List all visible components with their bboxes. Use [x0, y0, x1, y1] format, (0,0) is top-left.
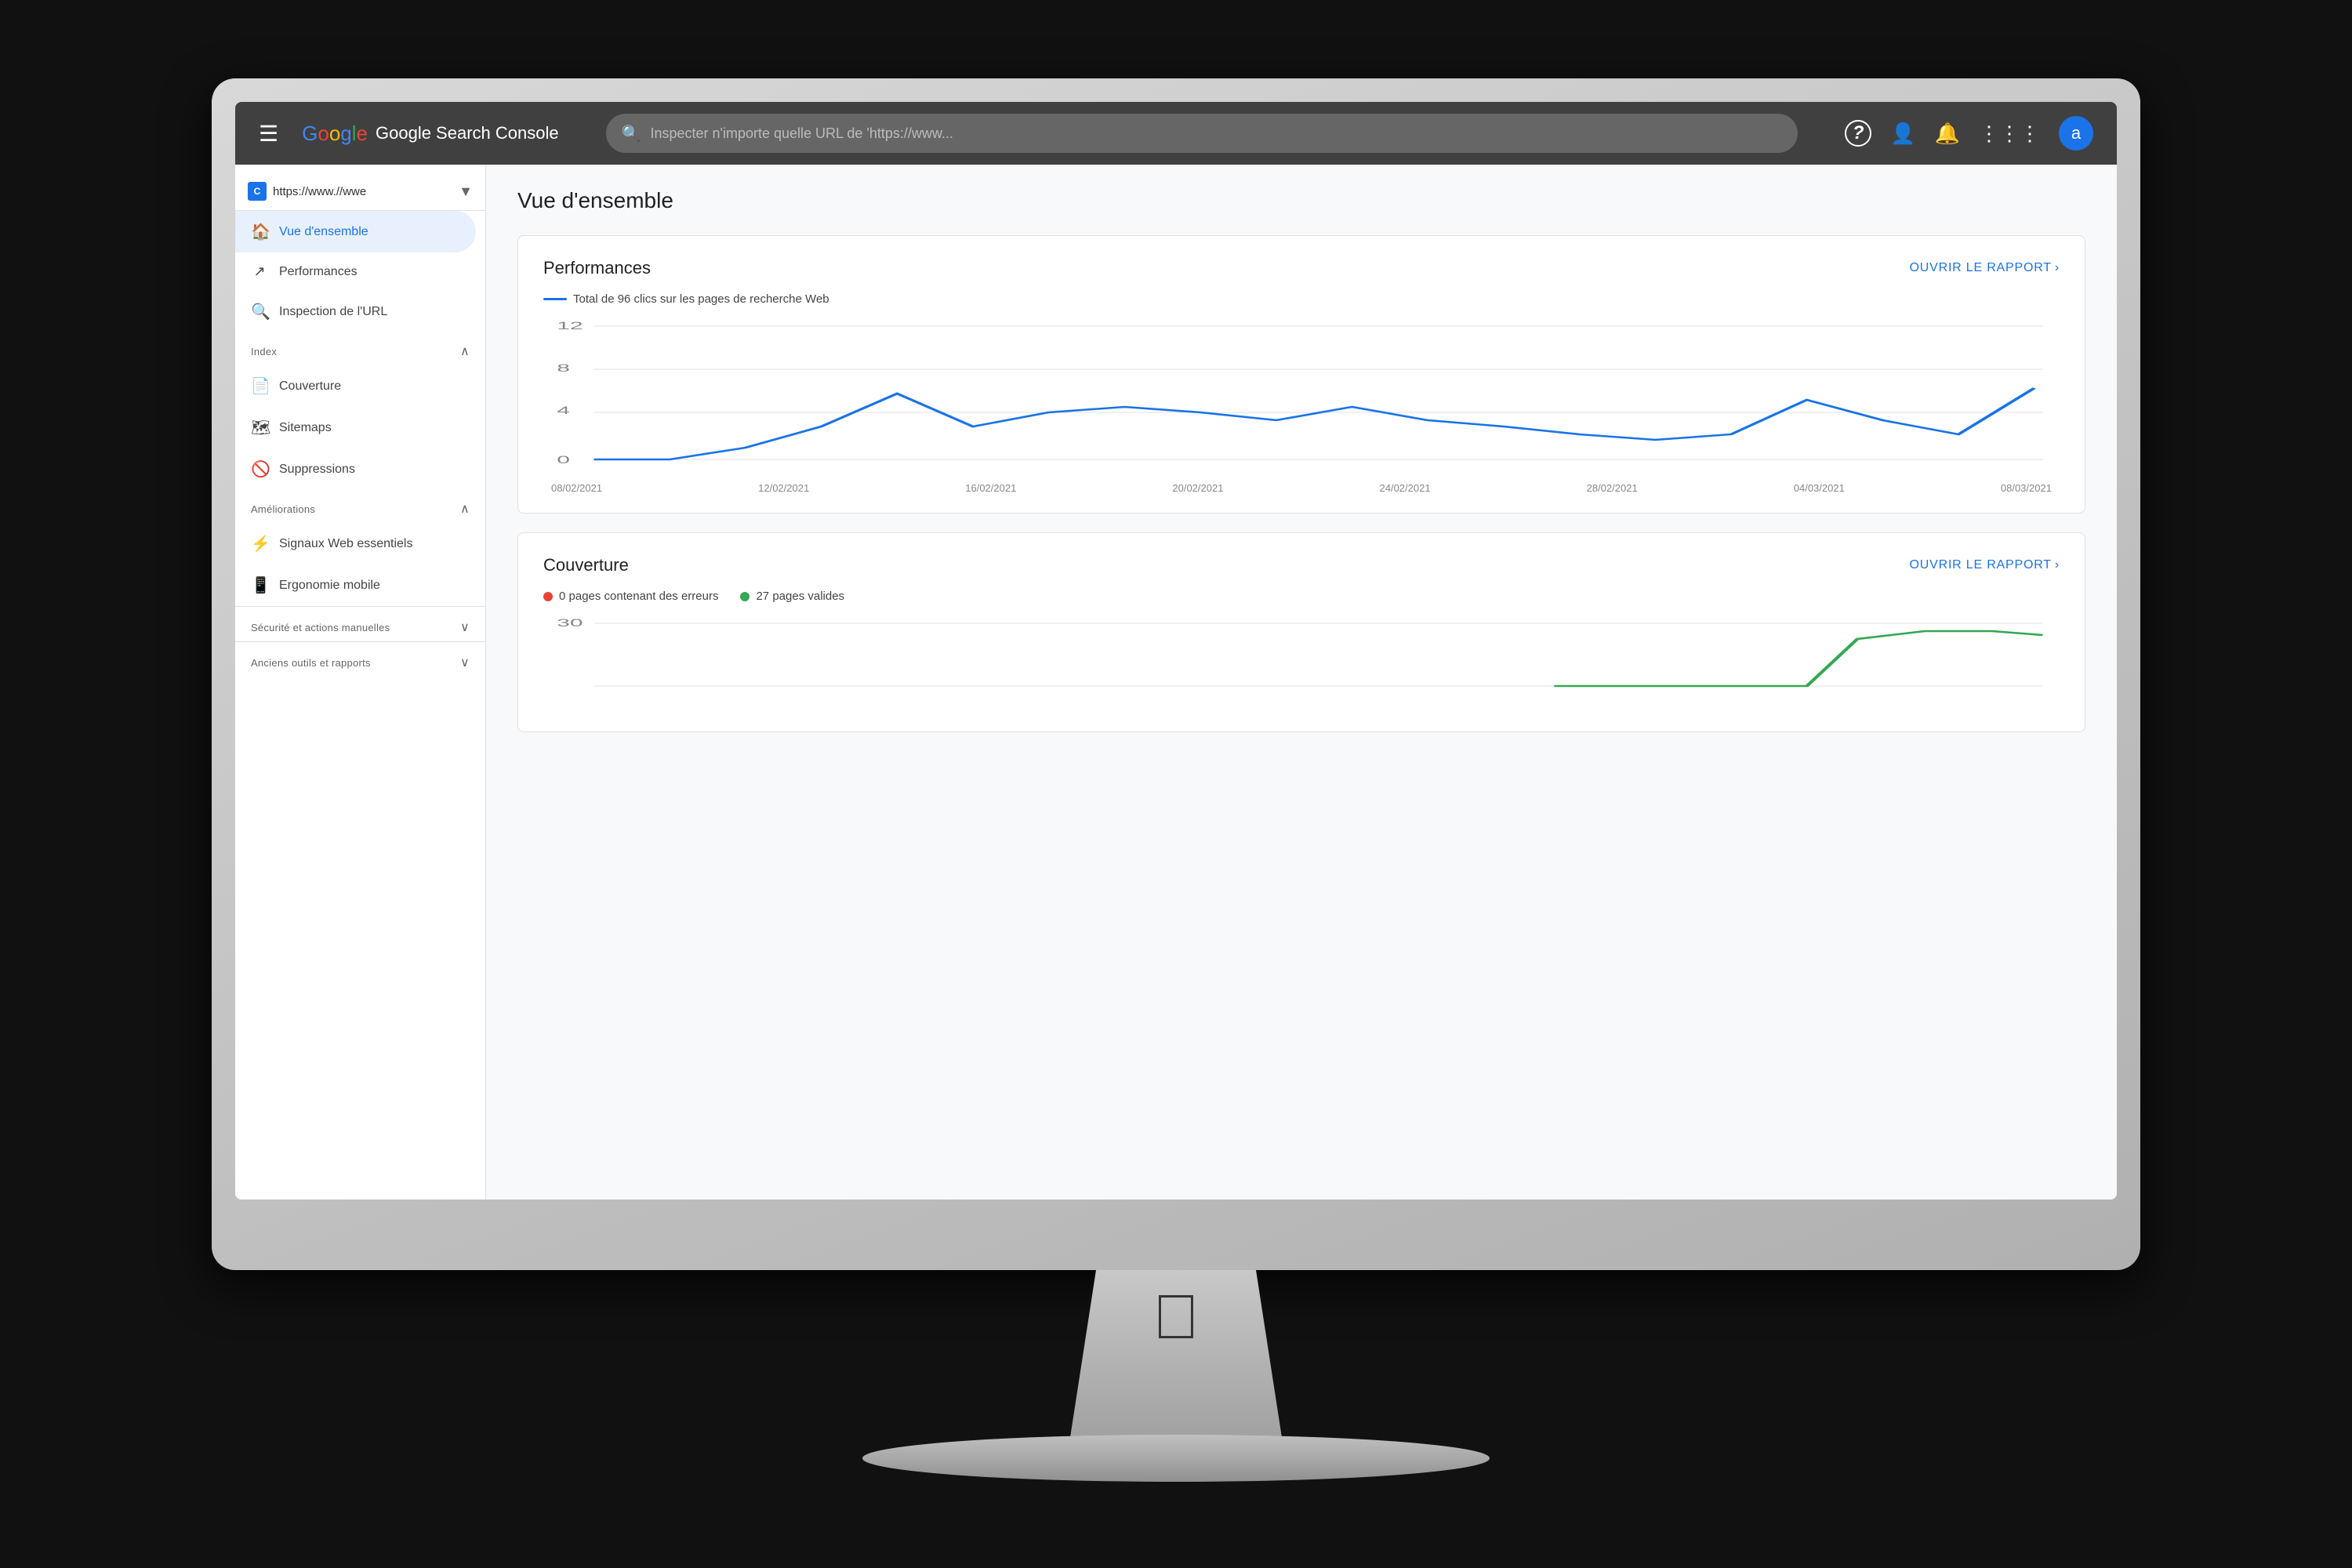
- search-sidebar-icon: 🔍: [251, 302, 268, 321]
- x-label: 04/03/2021: [1794, 482, 1845, 494]
- sitemaps-icon: 🗺: [251, 418, 268, 437]
- valid-dot: [740, 592, 750, 601]
- bell-icon[interactable]: 🔔: [1935, 122, 1960, 146]
- search-icon: 🔍: [622, 124, 641, 143]
- coverage-legend-valid: 27 pages valides: [740, 590, 844, 603]
- x-label: 12/02/2021: [758, 482, 809, 494]
- user-avatar[interactable]: a: [2059, 116, 2093, 151]
- sidebar-item-couverture[interactable]: 📄 Couverture: [235, 365, 476, 407]
- svg-text:12: 12: [557, 319, 583, 332]
- svg-text:4: 4: [557, 404, 570, 416]
- x-label: 16/02/2021: [965, 482, 1016, 494]
- accounts-icon[interactable]: 👤: [1890, 122, 1915, 146]
- x-label: 24/02/2021: [1380, 482, 1431, 494]
- sidebar-item-performances[interactable]: ↗ Performances: [235, 252, 476, 291]
- apple-logo: : [1145, 1286, 1207, 1356]
- sidebar-item-signaux-web[interactable]: ⚡ Signaux Web essentiels: [235, 523, 476, 564]
- performances-card-title: Performances: [543, 258, 651, 278]
- anciens-outils-chevron-icon[interactable]: ∨: [460, 655, 470, 670]
- google-wordmark: Google: [302, 122, 368, 146]
- trend-icon: ↗: [251, 263, 268, 280]
- anciens-outils-section-header[interactable]: Anciens outils et rapports ∨: [235, 641, 485, 677]
- x-label: 28/02/2021: [1587, 482, 1638, 494]
- sidebar-item-label: Inspection de l'URL: [279, 305, 387, 319]
- sidebar-item-label: Couverture: [279, 379, 341, 394]
- chevron-right-icon: ›: [2055, 558, 2060, 572]
- search-placeholder-text: Inspecter n'importe quelle URL de 'https…: [651, 125, 953, 142]
- topbar-icons: ? 👤 🔔 ⋮⋮⋮ a: [1845, 116, 2093, 151]
- sidebar-item-label: Suppressions: [279, 463, 355, 477]
- x-label: 08/02/2021: [551, 482, 602, 494]
- property-url: https://www.//wwe: [273, 185, 452, 198]
- couverture-icon: 📄: [251, 376, 268, 396]
- couverture-legends: 0 pages contenant des erreurs 27 pages v…: [543, 590, 2060, 603]
- x-label: 20/02/2021: [1172, 482, 1223, 494]
- couverture-open-report-link[interactable]: OUVRIR LE RAPPORT ›: [1910, 558, 2060, 572]
- sidebar-item-vue-ensemble[interactable]: 🏠 Vue d'ensemble: [235, 211, 476, 252]
- sidebar-item-label: Sitemaps: [279, 421, 332, 435]
- topbar: ☰ Google Google Search Console 🔍 Inspect…: [235, 102, 2117, 165]
- svg-text:0: 0: [557, 453, 570, 466]
- suppressions-icon: 🚫: [251, 459, 268, 479]
- sidebar: C https://www.//wwe ▼ 🏠 Vue d'ensemble ↗…: [235, 165, 486, 1200]
- sidebar-item-label: Ergonomie mobile: [279, 579, 380, 593]
- svg-text:8: 8: [557, 361, 570, 374]
- error-dot: [543, 592, 553, 601]
- securite-section-header[interactable]: Sécurité et actions manuelles ∨: [235, 606, 485, 641]
- sidebar-item-label: Signaux Web essentiels: [279, 537, 412, 551]
- securite-chevron-icon[interactable]: ∨: [460, 619, 470, 635]
- search-bar[interactable]: 🔍 Inspecter n'importe quelle URL de 'htt…: [606, 114, 1798, 153]
- help-icon[interactable]: ?: [1845, 120, 1871, 147]
- coverage-errors-label: 0 pages contenant des erreurs: [559, 590, 718, 603]
- couverture-card-title: Couverture: [543, 555, 629, 575]
- home-icon: 🏠: [251, 222, 268, 241]
- search-console-wordmark: Google Search Console: [376, 123, 559, 143]
- performances-legend-label: Total de 96 clics sur les pages de reche…: [573, 292, 829, 306]
- monitor-bezel: ☰ Google Google Search Console 🔍 Inspect…: [212, 78, 2140, 1270]
- property-selector[interactable]: C https://www.//wwe ▼: [235, 172, 485, 211]
- couverture-chart-container: 30: [543, 615, 2060, 710]
- topbar-logo: Google Google Search Console: [302, 122, 558, 146]
- performances-open-report-link[interactable]: OUVRIR LE RAPPORT ›: [1910, 261, 2060, 275]
- sidebar-item-suppressions[interactable]: 🚫 Suppressions: [235, 448, 476, 490]
- sidebar-item-label: Performances: [279, 265, 358, 279]
- property-icon: C: [248, 182, 267, 201]
- x-label: 08/03/2021: [2001, 482, 2052, 494]
- svg-text:30: 30: [557, 616, 583, 629]
- coverage-legend-errors: 0 pages contenant des erreurs: [543, 590, 718, 603]
- hamburger-menu-icon[interactable]: ☰: [259, 121, 278, 147]
- sidebar-item-label: Vue d'ensemble: [279, 225, 368, 239]
- coverage-valid-label: 27 pages valides: [756, 590, 844, 603]
- monitor-stand-base: [862, 1435, 1490, 1482]
- main-content: Vue d'ensemble Performances OUVRIR LE RA…: [486, 165, 2117, 1200]
- signaux-icon: ⚡: [251, 534, 268, 554]
- sidebar-item-sitemaps[interactable]: 🗺 Sitemaps: [235, 407, 476, 448]
- performances-card-header: Performances OUVRIR LE RAPPORT ›: [543, 258, 2060, 278]
- couverture-card-header: Couverture OUVRIR LE RAPPORT ›: [543, 555, 2060, 575]
- ameliorations-section-header: Améliorations ∧: [235, 490, 485, 523]
- content-area: C https://www.//wwe ▼ 🏠 Vue d'ensemble ↗…: [235, 165, 2117, 1200]
- performances-x-labels: 08/02/2021 12/02/2021 16/02/2021 20/02/2…: [543, 482, 2060, 494]
- index-section-header: Index ∧: [235, 332, 485, 365]
- performances-chart-legend: Total de 96 clics sur les pages de reche…: [543, 292, 2060, 306]
- property-chevron-icon: ▼: [459, 183, 473, 200]
- couverture-card: Couverture OUVRIR LE RAPPORT › 0 pages c…: [517, 532, 2085, 732]
- gsc-app: ☰ Google Google Search Console 🔍 Inspect…: [235, 102, 2117, 1200]
- performances-card: Performances OUVRIR LE RAPPORT › Total d…: [517, 235, 2085, 514]
- apps-grid-icon[interactable]: ⋮⋮⋮: [1979, 122, 2040, 146]
- index-chevron-icon[interactable]: ∧: [460, 343, 470, 359]
- sidebar-item-inspection-url[interactable]: 🔍 Inspection de l'URL: [235, 291, 476, 332]
- sidebar-item-ergonomie-mobile[interactable]: 📱 Ergonomie mobile: [235, 564, 476, 606]
- page-title: Vue d'ensemble: [517, 188, 2085, 213]
- monitor-wrapper: ☰ Google Google Search Console 🔍 Inspect…: [0, 0, 2352, 1568]
- mobile-icon: 📱: [251, 575, 268, 595]
- monitor-screen: ☰ Google Google Search Console 🔍 Inspect…: [235, 102, 2117, 1200]
- chevron-right-icon: ›: [2055, 261, 2060, 275]
- couverture-chart-svg: 30: [543, 615, 2060, 694]
- performances-chart-container: 12 8 4 0: [543, 318, 2060, 491]
- performances-chart-svg: 12 8 4 0: [543, 318, 2060, 475]
- ameliorations-chevron-icon[interactable]: ∧: [460, 501, 470, 517]
- legend-blue-line: [543, 298, 567, 300]
